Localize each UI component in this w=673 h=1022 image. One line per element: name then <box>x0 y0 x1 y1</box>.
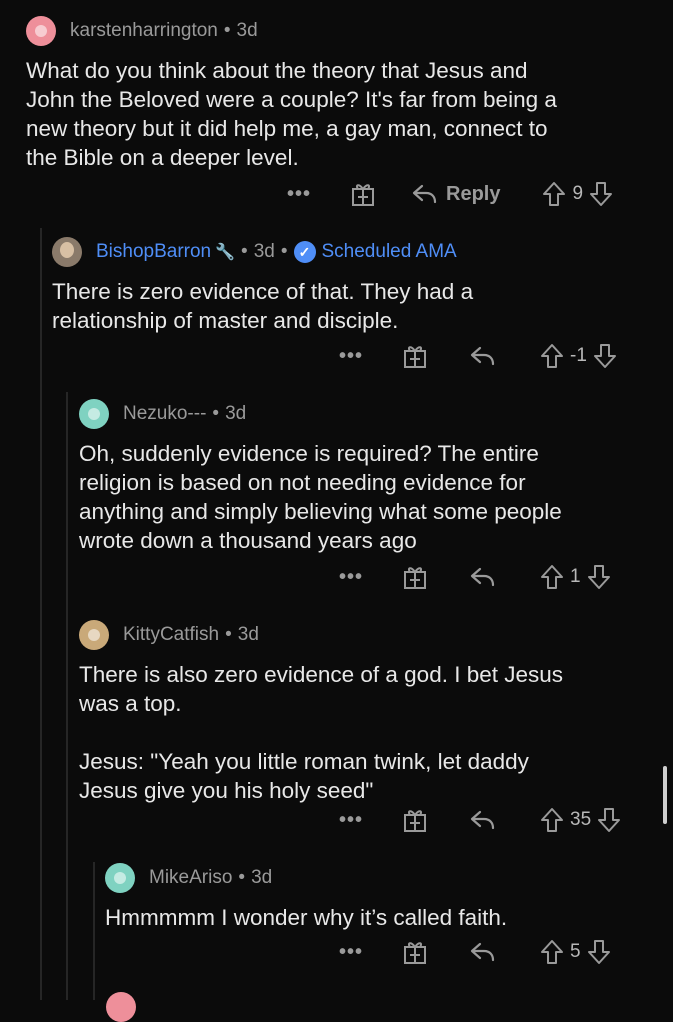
thread-line <box>66 392 68 1000</box>
award-gift-icon[interactable] <box>402 807 428 833</box>
username[interactable]: MikeAriso <box>149 867 232 889</box>
reply-button[interactable] <box>470 345 496 367</box>
upvote-arrow-icon[interactable] <box>540 564 564 590</box>
separator-dot: • <box>280 241 288 262</box>
reply-button[interactable] <box>470 566 496 588</box>
next-comment-avatar[interactable] <box>106 992 136 1022</box>
vote-score: 35 <box>570 809 592 830</box>
comment-meta: MikeAriso • 3d <box>105 861 673 895</box>
comment-meta: KittyCatfish • 3d <box>79 618 673 652</box>
user-avatar[interactable] <box>79 620 109 650</box>
comment: Nezuko--- • 3d Oh, suddenly evidence is … <box>79 397 673 555</box>
comment-age: 3d <box>236 20 258 41</box>
separator-dot: • <box>212 403 220 424</box>
comment: MikeAriso • 3d Hmmmmm I wonder why it’s … <box>105 861 673 932</box>
username[interactable]: Nezuko--- <box>123 403 206 425</box>
comment: KittyCatfish • 3d There is also zero evi… <box>79 618 673 805</box>
more-options-button[interactable]: ••• <box>286 183 312 206</box>
comment-body: Oh, suddenly evidence is required? The e… <box>79 441 562 553</box>
wrench-icon: 🔧 <box>215 244 236 261</box>
comment: karstenharrington • 3d What do you think… <box>26 14 673 172</box>
comment-meta: Nezuko--- • 3d <box>79 397 673 431</box>
comment-age: 3d <box>237 624 259 645</box>
downvote-arrow-icon[interactable] <box>587 564 611 590</box>
more-options-button[interactable]: ••• <box>338 566 364 589</box>
separator-dot: • <box>225 624 232 645</box>
user-avatar[interactable] <box>26 16 56 46</box>
upvote-arrow-icon[interactable] <box>540 939 564 965</box>
reply-label: Reply <box>446 182 501 205</box>
comment-meta: karstenharrington • 3d <box>26 14 673 48</box>
upvote-arrow-icon[interactable] <box>540 807 564 833</box>
comment: BishopBarron 🔧 • 3d • ✓ Scheduled AMA Th… <box>52 235 673 335</box>
more-options-button[interactable]: ••• <box>338 345 364 368</box>
comment-body: Hmmmmm I wonder why it’s called faith. <box>105 905 508 930</box>
flair-label: Scheduled AMA <box>321 241 457 262</box>
comment-age: 3d <box>251 867 273 888</box>
comment-age: 3d <box>225 403 247 424</box>
separator-dot: • <box>241 241 248 262</box>
more-options-button[interactable]: ••• <box>338 941 364 964</box>
comment-meta: BishopBarron 🔧 • 3d • ✓ Scheduled AMA <box>52 235 673 269</box>
thread-line <box>93 862 95 1000</box>
reply-button[interactable]: Reply <box>412 183 500 206</box>
comment-actions: ••• 5 <box>338 932 611 972</box>
vote-score: 9 <box>572 183 584 204</box>
username[interactable]: KittyCatfish <box>123 624 219 646</box>
vote-score: -1 <box>570 345 587 366</box>
user-avatar[interactable] <box>52 237 82 267</box>
username[interactable]: karstenharrington <box>70 20 218 42</box>
vote-score: 1 <box>570 566 581 587</box>
comment-actions: ••• 1 <box>338 557 611 597</box>
downvote-arrow-icon[interactable] <box>593 343 617 369</box>
award-gift-icon[interactable] <box>402 939 428 965</box>
scrollbar-thumb[interactable] <box>663 766 667 824</box>
more-options-button[interactable]: ••• <box>338 809 364 832</box>
user-avatar[interactable] <box>105 863 135 893</box>
award-gift-icon[interactable] <box>350 181 376 207</box>
downvote-arrow-icon[interactable] <box>589 181 613 207</box>
award-gift-icon[interactable] <box>402 564 428 590</box>
upvote-arrow-icon[interactable] <box>540 343 564 369</box>
user-avatar[interactable] <box>79 399 109 429</box>
vote-score: 5 <box>570 941 581 962</box>
comment-age: 3d <box>253 241 275 262</box>
downvote-arrow-icon[interactable] <box>597 807 621 833</box>
comment-actions: ••• Reply 9 <box>286 174 613 214</box>
reply-button[interactable] <box>470 809 496 831</box>
thread-line <box>40 228 42 1000</box>
reply-button[interactable] <box>470 941 496 963</box>
award-gift-icon[interactable] <box>402 343 428 369</box>
comment-body: There is also zero evidence of a god. I … <box>79 662 564 803</box>
comment-body: There is zero evidence of that. They had… <box>52 279 474 333</box>
comment-body: What do you think about the theory that … <box>26 58 557 170</box>
separator-dot: • <box>238 867 246 888</box>
downvote-arrow-icon[interactable] <box>587 939 611 965</box>
separator-dot: • <box>223 20 231 41</box>
upvote-arrow-icon[interactable] <box>542 181 566 207</box>
comment-actions: ••• -1 <box>338 336 617 376</box>
comment-actions: ••• 35 <box>338 800 621 840</box>
username[interactable]: BishopBarron <box>96 241 211 263</box>
verified-check-icon: ✓ <box>293 241 316 263</box>
